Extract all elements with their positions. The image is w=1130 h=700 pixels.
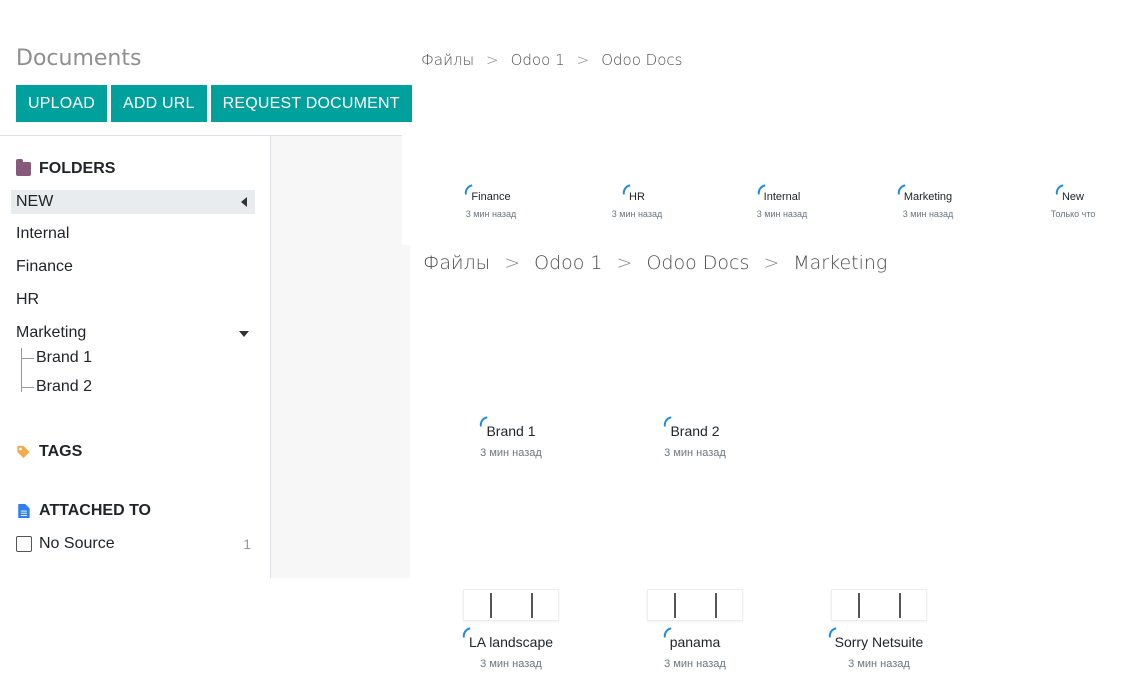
folders-label: FOLDERS (39, 160, 116, 177)
folder-time: 3 мин назад (465, 209, 517, 219)
loading-spinner-icon (1054, 184, 1065, 195)
breadcrumb-item-marketing: Marketing (793, 252, 888, 274)
folder-tile-finance[interactable]: Finance 3 мин назад (431, 184, 551, 219)
sidebar-item-label: Brand 2 (36, 378, 93, 395)
document-thumbnail[interactable] (647, 589, 743, 621)
sidebar-item-new[interactable]: NEW (11, 190, 255, 214)
thumbnail-mark (858, 593, 860, 618)
caret-left-icon[interactable] (241, 197, 247, 207)
folder-icon (16, 159, 31, 176)
document-name: LA landscape (468, 634, 554, 650)
folder-tile-brand-1[interactable]: Brand 1 3 мин назад (451, 416, 571, 459)
tags-header: TAGS (16, 443, 82, 461)
request-document-button[interactable]: REQUEST DOCUMENT (210, 85, 412, 122)
document-tile-panama[interactable]: panama 3 мин назад (635, 627, 755, 670)
loading-spinner-icon (463, 184, 475, 195)
breadcrumb-item-odoo-docs[interactable]: Odoo Docs (601, 51, 682, 69)
breadcrumb-separator: > (763, 252, 780, 274)
document-tile-sorry-netsuite[interactable]: Sorry Netsuite 3 мин назад (819, 627, 939, 670)
document-icon (18, 504, 30, 518)
folder-tile-new[interactable]: New Только что (1013, 184, 1130, 219)
upload-button[interactable]: UPLOAD (16, 85, 107, 122)
document-time: 3 мин назад (664, 658, 726, 670)
thumbnail-mark (490, 593, 492, 618)
loading-spinner-icon (826, 627, 838, 638)
loading-spinner-icon (461, 627, 472, 638)
page-title: Documents (16, 46, 142, 71)
loading-spinner-icon (478, 416, 490, 427)
add-url-button[interactable]: ADD URL (111, 85, 207, 122)
document-thumbnail[interactable] (831, 589, 927, 621)
folder-name: Internal (763, 191, 801, 203)
folder-name: Brand 2 (670, 423, 720, 439)
thumbnail-mark (715, 593, 717, 618)
loading-spinner-icon (621, 184, 632, 195)
sidebar-item-label: Internal (16, 225, 70, 242)
document-thumbnail[interactable] (463, 589, 559, 621)
content-gutter (402, 245, 410, 578)
folder-tile-brand-2[interactable]: Brand 2 3 мин назад (635, 416, 755, 459)
breadcrumb-item-odoo1[interactable]: Odoo 1 (511, 51, 565, 69)
sidebar-item-label: Finance (16, 258, 73, 275)
folder-tile-hr[interactable]: HR 3 мин назад (577, 184, 697, 219)
filter-no-source[interactable]: No Source 1 (16, 535, 251, 553)
sidebar-item-marketing[interactable]: Marketing (11, 321, 255, 345)
folder-tile-marketing[interactable]: Marketing 3 мин назад (868, 184, 988, 219)
breadcrumb-item-files[interactable]: Файлы (423, 252, 490, 274)
sidebar-item-label: Marketing (16, 324, 87, 341)
thumbnail-mark (674, 593, 676, 618)
folder-name: Marketing (903, 191, 953, 203)
sidebar-item-brand-2[interactable]: Brand 2 (22, 378, 92, 396)
document-tile-la-landscape[interactable]: LA landscape 3 мин назад (451, 627, 571, 670)
folder-tile-internal[interactable]: Internal 3 мин назад (722, 184, 842, 219)
loading-spinner-icon (896, 184, 907, 195)
folder-time: 3 мин назад (611, 209, 663, 219)
sidebar-item-internal[interactable]: Internal (11, 222, 255, 246)
breadcrumb-item-odoo1[interactable]: Odoo 1 (534, 252, 602, 274)
folder-name: New (1061, 191, 1084, 203)
tags-label: TAGS (39, 443, 83, 460)
tag-icon (17, 445, 30, 459)
folder-time: 3 мин назад (664, 447, 726, 459)
document-name: Sorry Netsuite (834, 634, 924, 650)
breadcrumb-item-odoo-docs[interactable]: Odoo Docs (646, 252, 749, 274)
no-source-count: 1 (243, 536, 251, 552)
no-source-label: No Source (39, 535, 115, 552)
folder-name: Brand 1 (486, 423, 536, 439)
attached-to-label: ATTACHED TO (39, 502, 151, 519)
attached-to-header: ATTACHED TO (16, 502, 151, 520)
breadcrumb-top: Файлы > Odoo 1 > Odoo Docs (421, 51, 682, 69)
sidebar-gutter (271, 136, 402, 578)
sidebar-item-label: HR (16, 291, 40, 308)
document-time: 3 мин назад (848, 658, 910, 670)
no-source-checkbox[interactable] (16, 536, 32, 552)
breadcrumb-separator: > (486, 51, 499, 69)
sidebar-item-finance[interactable]: Finance (11, 255, 255, 279)
folder-time: Только что (1050, 209, 1096, 219)
thumbnail-mark (531, 593, 533, 618)
folders-header: FOLDERS (16, 159, 116, 178)
documents-app: Documents UPLOAD ADD URL REQUEST DOCUMEN… (0, 0, 1130, 700)
sidebar-item-label: Brand 1 (36, 349, 93, 366)
thumbnail-mark (899, 593, 901, 618)
sidebar-item-label: NEW (16, 193, 54, 210)
loading-spinner-icon (661, 627, 673, 638)
caret-down-icon[interactable] (239, 331, 249, 337)
breadcrumb-item-files[interactable]: Файлы (421, 51, 474, 69)
loading-spinner-icon (755, 184, 767, 195)
action-buttons: UPLOAD ADD URL REQUEST DOCUMENT (16, 85, 412, 122)
loading-spinner-icon (662, 416, 674, 427)
document-name: panama (669, 634, 721, 650)
folder-time: 3 мин назад (480, 447, 542, 459)
breadcrumb-separator: > (616, 252, 633, 274)
sidebar-item-brand-1[interactable]: Brand 1 (22, 349, 92, 367)
folder-time: 3 мин назад (902, 209, 954, 219)
breadcrumb-separator: > (504, 252, 521, 274)
folder-time: 3 мин назад (756, 209, 808, 219)
breadcrumb-main: Файлы > Odoo 1 > Odoo Docs > Marketing (423, 252, 887, 274)
folder-name: Finance (471, 191, 511, 203)
document-time: 3 мин назад (480, 658, 542, 670)
sidebar-item-hr[interactable]: HR (11, 288, 255, 312)
breadcrumb-separator: > (576, 51, 590, 69)
